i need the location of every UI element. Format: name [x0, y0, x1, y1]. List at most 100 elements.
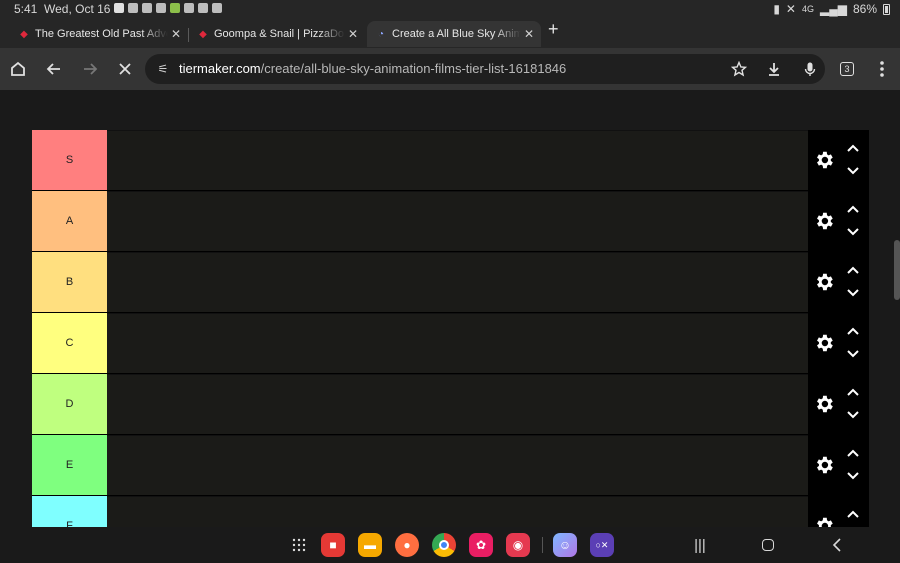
tier-drop-zone[interactable] [107, 374, 808, 434]
flipboard-icon[interactable]: ■ [321, 533, 345, 557]
back-nav-button[interactable] [825, 533, 849, 557]
more-vert-icon [880, 61, 884, 77]
back-button[interactable] [42, 57, 66, 81]
chevron-up-icon[interactable] [846, 265, 860, 275]
new-tab-button[interactable]: + [548, 19, 559, 40]
tier-label[interactable]: C [32, 313, 107, 373]
url-path: /create/all-blue-sky-animation-films-tie… [260, 61, 567, 76]
tier-label[interactable]: A [32, 191, 107, 251]
grid-dots-icon [292, 538, 306, 552]
chevron-down-icon[interactable] [846, 166, 860, 176]
page-scrollbar[interactable] [894, 240, 900, 300]
close-icon[interactable]: ✕ [521, 27, 537, 41]
download-icon [769, 63, 779, 76]
vibrate-icon: ▮ [773, 2, 780, 16]
tier-drop-zone[interactable] [107, 130, 808, 190]
menu-button[interactable] [870, 57, 894, 81]
account-icon [142, 3, 152, 13]
forward-button[interactable] [78, 57, 102, 81]
chevron-down-icon[interactable] [846, 349, 860, 359]
address-bar[interactable]: ⚟ tiermaker.com/create/all-blue-sky-anim… [145, 54, 825, 84]
tier-label-text: C [65, 337, 74, 349]
tab-title: Goompa & Snail | PizzaDome [214, 28, 345, 40]
tier-drop-zone[interactable] [107, 313, 808, 373]
tier-controls [808, 374, 869, 434]
tab-count: 3 [840, 62, 854, 76]
gear-icon[interactable] [813, 515, 835, 527]
chrome-center-icon [439, 540, 449, 550]
chevron-up-icon[interactable] [846, 204, 860, 214]
tier-label-text: D [65, 398, 74, 410]
chevron-up-icon[interactable] [846, 143, 860, 153]
site-settings-icon[interactable]: ⚟ [154, 60, 172, 78]
stop-loading-icon [119, 63, 131, 75]
flower-app-icon[interactable]: ✿ [469, 533, 493, 557]
tier-drop-zone[interactable] [107, 191, 808, 251]
stop-button[interactable] [113, 57, 137, 81]
dock-separator [542, 537, 543, 553]
gear-icon[interactable] [813, 332, 835, 354]
tab-3-active[interactable]: ◔ Create a All Blue Sky Animation Films … [367, 21, 541, 47]
web-page: S A B C D E F [0, 90, 900, 527]
gear-icon[interactable] [813, 271, 835, 293]
microphone-icon [804, 62, 816, 76]
close-icon[interactable]: ✕ [168, 27, 184, 41]
screenshot-icon [184, 3, 194, 13]
tier-controls [808, 252, 869, 312]
youtube-icon [114, 3, 124, 13]
chevron-up-icon[interactable] [846, 509, 860, 519]
game-launcher-icon[interactable]: ○✕ [590, 533, 614, 557]
tier-label-text: A [65, 215, 74, 227]
chevron-up-icon[interactable] [846, 448, 860, 458]
tier-drop-zone[interactable] [107, 496, 808, 527]
camera-icon[interactable]: ◉ [506, 533, 530, 557]
gear-icon[interactable] [813, 393, 835, 415]
chevron-down-icon[interactable] [846, 288, 860, 298]
tier-controls [808, 496, 869, 527]
tab-switcher-button[interactable]: 3 [835, 57, 859, 81]
url-text: tiermaker.com/create/all-blue-sky-animat… [179, 61, 566, 76]
close-icon[interactable]: ✕ [345, 27, 361, 41]
chevron-left-icon [832, 538, 841, 552]
home-nav-button[interactable] [756, 533, 780, 557]
chevron-down-icon[interactable] [846, 471, 860, 481]
home-button[interactable] [6, 57, 30, 81]
notification-icons [114, 3, 222, 13]
contacts-icon[interactable]: ● [395, 533, 419, 557]
tier-label[interactable]: S [32, 130, 107, 190]
status-bar: 5:41 Wed, Oct 16 ▮ ✕ 4G ▂▄▆ 86% [0, 0, 900, 18]
battery-label: 86% [852, 2, 877, 16]
status-date: Wed, Oct 16 [44, 2, 111, 16]
tier-label-text: F [66, 520, 73, 527]
bookmark-star-button[interactable] [727, 57, 751, 81]
tier-label[interactable]: F [32, 496, 107, 527]
tier-label[interactable]: B [32, 252, 107, 312]
apps-grid-icon[interactable] [287, 533, 311, 557]
home-circle-icon [762, 539, 774, 551]
chevron-down-icon[interactable] [846, 410, 860, 420]
chrome-icon[interactable] [432, 533, 456, 557]
tier-label[interactable]: D [32, 374, 107, 434]
tab-strip: ◆ The Greatest Old Past Adventures ✕ ◆ G… [0, 18, 900, 48]
pizza-icon: ◆ [20, 28, 28, 40]
gear-icon[interactable] [813, 210, 835, 232]
voice-search-button[interactable] [798, 57, 822, 81]
tab-2[interactable]: ◆ Goompa & Snail | PizzaDome ✕ [189, 21, 365, 47]
tier-drop-zone[interactable] [107, 252, 808, 312]
recents-button[interactable]: ||| [688, 533, 712, 557]
chevron-up-icon[interactable] [846, 326, 860, 336]
tab-title: Create a All Blue Sky Animation Films Ti… [392, 28, 521, 40]
gear-icon[interactable] [813, 149, 835, 171]
tab-1[interactable]: ◆ The Greatest Old Past Adventures ✕ [10, 21, 188, 47]
tier-drop-zone[interactable] [107, 435, 808, 495]
mute-icon: ✕ [785, 2, 796, 16]
files-icon[interactable]: ▬ [358, 533, 382, 557]
chevron-up-icon[interactable] [846, 387, 860, 397]
download-button[interactable] [762, 57, 786, 81]
gear-icon[interactable] [813, 454, 835, 476]
tier-label-text: B [65, 276, 74, 288]
game-avatar-icon[interactable]: ☺ [553, 533, 577, 557]
chevron-down-icon[interactable] [846, 227, 860, 237]
tier-label[interactable]: E [32, 435, 107, 495]
back-arrow-icon [46, 63, 60, 75]
